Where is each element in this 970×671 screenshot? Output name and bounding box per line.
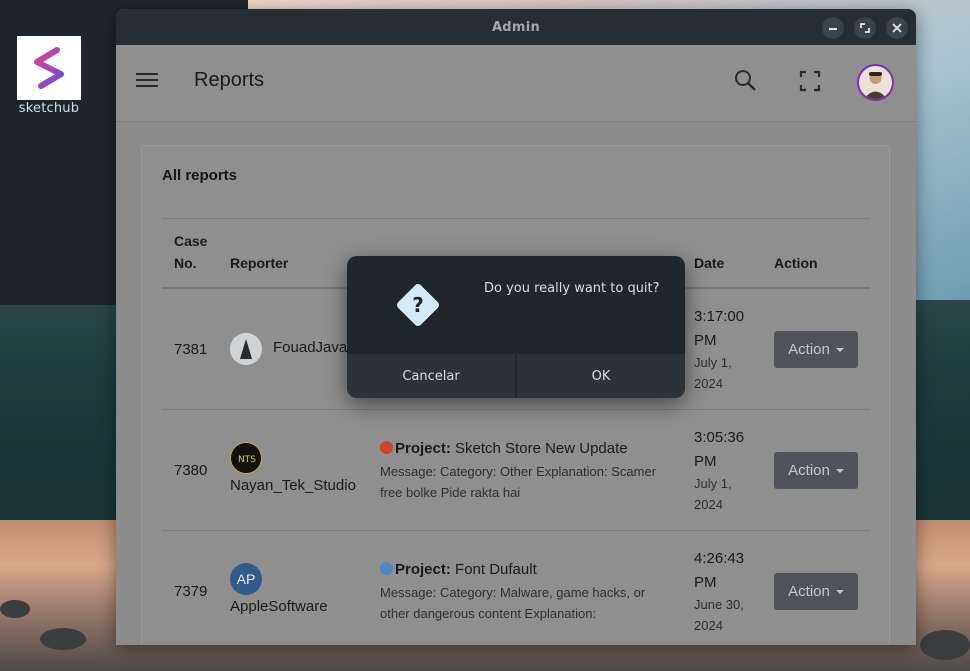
report-time: 4:26:43 PM	[694, 550, 745, 591]
reporter-name: Nayan_Tek_Studio	[230, 477, 356, 494]
case-number: 7380	[174, 462, 208, 479]
caret-down-icon	[835, 347, 844, 352]
wallpaper-rock	[0, 600, 30, 618]
fullscreen-icon	[799, 70, 821, 92]
close-icon	[892, 23, 902, 33]
dialog-message: Do you really want to quit?	[484, 281, 660, 296]
maximize-button[interactable]	[854, 17, 876, 39]
header-case-no: Case No.	[174, 233, 208, 271]
quit-dialog: ? Do you really want to quit? Cancelar O…	[347, 256, 685, 398]
reporter-name: AppleSoftware	[230, 598, 328, 615]
maximize-icon	[860, 23, 870, 33]
avatar-icon	[230, 333, 262, 365]
header-reporter: Reporter	[230, 255, 289, 271]
fullscreen-button[interactable]	[798, 69, 822, 93]
report-date: July 1, 2024	[694, 476, 732, 512]
minimize-icon	[829, 28, 837, 30]
header-action: Action	[774, 255, 818, 271]
card-title: All reports	[162, 167, 238, 184]
sketchub-desktop-icon[interactable]	[17, 36, 81, 100]
action-dropdown-button[interactable]: Action	[774, 573, 858, 610]
search-button[interactable]	[734, 69, 758, 93]
app-bar: Reports	[116, 45, 916, 122]
action-dropdown-button[interactable]: Action	[774, 452, 858, 489]
window-controls	[822, 17, 908, 39]
menu-button[interactable]	[136, 73, 158, 93]
report-date: July 1, 2024	[694, 355, 732, 391]
window-titlebar[interactable]: Admin	[116, 9, 916, 45]
sketchub-logo-icon	[34, 47, 64, 89]
wallpaper-rock	[40, 628, 86, 650]
caret-down-icon	[835, 589, 844, 594]
page-title: Reports	[194, 69, 265, 91]
report-time: 3:17:00 PM	[694, 308, 745, 349]
report-time: 3:05:36 PM	[694, 429, 745, 470]
case-number: 7379	[174, 583, 208, 600]
reporter-avatar: AP	[230, 563, 262, 595]
report-message: Message: Category: Malware, game hacks, …	[380, 585, 646, 621]
reporter-avatar	[230, 333, 262, 365]
reporter-avatar: NTS	[230, 442, 262, 474]
ok-button[interactable]: OK	[517, 354, 685, 398]
project-title: Project: Font Dufault	[380, 561, 537, 578]
dialog-buttons: Cancelar OK	[347, 354, 685, 398]
close-button[interactable]	[886, 17, 908, 39]
table-row: AP 7379 AppleSoftware Project: Font Dufa…	[162, 531, 870, 645]
table-row: 7380 NTS Nayan_Tek_Studio Project: Sketc…	[162, 410, 870, 531]
action-dropdown-button[interactable]: Action	[774, 331, 858, 368]
status-dot	[380, 562, 393, 575]
user-avatar[interactable]	[857, 64, 894, 101]
wallpaper-rock	[920, 630, 970, 660]
report-date: June 30, 2024	[694, 597, 744, 633]
avatar-icon	[864, 72, 887, 99]
hamburger-icon	[136, 73, 158, 75]
caret-down-icon	[835, 468, 844, 473]
svg-text:NTS: NTS	[238, 455, 256, 465]
avatar-icon: NTS	[233, 445, 261, 473]
search-icon	[735, 70, 756, 91]
minimize-button[interactable]	[822, 17, 844, 39]
window-title: Admin	[491, 19, 541, 35]
status-dot	[380, 441, 393, 454]
case-number: 7381	[174, 341, 208, 358]
project-title: Project: Sketch Store New Update	[380, 440, 628, 457]
question-icon: ?	[397, 284, 439, 326]
report-message: Message: Category: Other Explanation: Sc…	[380, 464, 657, 500]
svg-text:?: ?	[412, 293, 424, 317]
reporter-name: FouadJava	[273, 339, 348, 356]
desktop-icon-label: sketchub	[18, 101, 80, 116]
cancel-button[interactable]: Cancelar	[347, 354, 515, 398]
header-date: Date	[694, 255, 725, 271]
